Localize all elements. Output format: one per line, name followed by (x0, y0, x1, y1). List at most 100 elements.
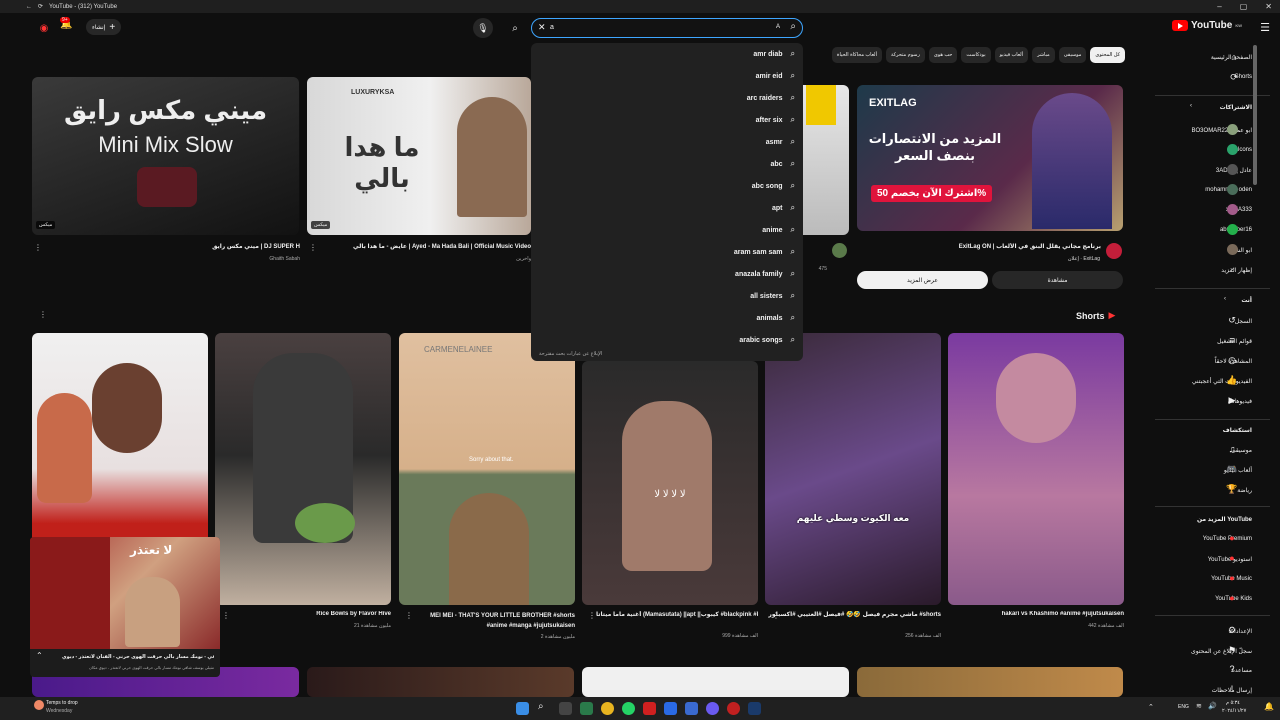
suggestion-item[interactable]: abc song ⌕ (752, 179, 795, 193)
video-thumbnail[interactable]: ميني مكس رايق Mini Mix Slow ميكس (32, 77, 299, 235)
suggestion-item[interactable]: arabic songs ⌕ (739, 333, 795, 347)
minimize-icon[interactable]: – (1217, 2, 1221, 11)
app-icon[interactable] (727, 702, 740, 715)
chip-gaming[interactable]: ألعاب فيديو (994, 47, 1029, 63)
short-thumbnail[interactable] (215, 333, 391, 605)
account-avatar[interactable]: ◉ (35, 19, 53, 37)
video-thumbnail[interactable]: LUXURYKSA ما هدا بالي ميكس (307, 77, 531, 235)
suggestion-item[interactable]: amir eid ⌕ (756, 69, 795, 83)
expand-icon[interactable]: ⌃ (36, 651, 48, 660)
weather-text[interactable]: Temps to drop (46, 700, 78, 706)
suggestion-item[interactable]: abc ⌕ (770, 157, 795, 171)
chip-music[interactable]: موسيقى (1058, 47, 1087, 63)
search-icon[interactable]: ⌕ (790, 21, 796, 32)
sidebar-sub[interactable]: BO3OMAR22 - ابو عمر (1192, 123, 1252, 137)
suggestion-item[interactable]: after six ⌕ (756, 113, 795, 127)
chip-all[interactable]: كل المحتوى (1090, 47, 1125, 63)
chrome-icon[interactable] (601, 702, 614, 715)
more-options-icon[interactable]: ⋮ (588, 611, 596, 620)
chip-animation[interactable]: رسوم متحركة (885, 47, 925, 63)
youtube-logo[interactable]: YouTube KW (1172, 20, 1242, 31)
task-view-icon[interactable] (559, 702, 572, 715)
chip-live[interactable]: مباشر (1032, 47, 1055, 63)
you-heading[interactable]: أنت (1241, 297, 1252, 304)
app-icon[interactable] (664, 702, 677, 715)
chip-love[interactable]: حب هوى (928, 47, 958, 63)
video-channel[interactable]: وآخرين (318, 256, 531, 262)
shorts-more-options-icon[interactable]: ⋮ (39, 310, 47, 319)
more-options-icon[interactable]: ⋮ (405, 611, 413, 620)
chip-podcast[interactable]: بودكاست (961, 47, 991, 63)
tray-chevron-icon[interactable]: ⌃ (1148, 703, 1154, 711)
video-thumbnail[interactable] (582, 667, 849, 697)
short-thumbnail[interactable] (948, 333, 1124, 605)
suggestion-item[interactable]: asmr ⌕ (766, 135, 795, 149)
more-options-icon[interactable]: ⋮ (34, 243, 42, 252)
volume-icon[interactable]: 🔊 (1208, 702, 1217, 710)
steam-icon[interactable] (748, 702, 761, 715)
suggestion-item[interactable]: arc raiders ⌕ (747, 91, 795, 105)
create-button[interactable]: إنشاء + (86, 19, 122, 35)
suggestion-item[interactable]: apt ⌕ (772, 201, 795, 215)
ad-thumbnail[interactable]: EXITLAG المزيد من الانتصارات بنصف السعر … (857, 85, 1123, 231)
file-explorer-icon[interactable] (685, 702, 698, 715)
chip-life-sim[interactable]: ألعاب محاكاة الحياة (831, 47, 882, 63)
clock-date[interactable]: ٢٠٢٤/١١/٢٧ (1222, 708, 1246, 714)
short-title[interactable]: ماشي مجرم فيصل 🤣🤣 #فيصل #العتيبي #اكسبلو… (765, 611, 941, 618)
close-icon[interactable]: ✕ (1265, 2, 1272, 11)
video-channel[interactable]: Ghaith Sabah (55, 256, 300, 262)
video-title[interactable]: ميني مكس رايق | DJ SUPER H (55, 243, 300, 250)
short-thumbnail[interactable]: معه الكيوت وسطي عليهم (765, 333, 941, 605)
more-options-icon[interactable]: ⋮ (222, 611, 230, 620)
report-suggestions-link[interactable]: الإبلاغ عن عبارات بحث مقترحة (539, 351, 602, 357)
video-thumbnail[interactable] (307, 667, 574, 697)
ad-channel[interactable]: إعلان · ExitLag (1060, 256, 1100, 262)
channel-avatar[interactable] (832, 243, 847, 258)
mini-player[interactable]: لا تعتذر ⌃ يوسف شافي - نومك مسار بالي حر… (30, 537, 220, 677)
short-title[interactable]: hakari vs Khashimo #anime #jujutsukaisen (948, 611, 1124, 617)
taskbar-search-icon[interactable]: ⌕ (538, 701, 544, 712)
exitlag-avatar[interactable] (1106, 243, 1122, 259)
ad-more-button[interactable]: عرض المزيد (857, 271, 988, 289)
video-title[interactable]: عايض - ما هدا بالي | Ayed - Ma Hada Bali… (318, 243, 531, 250)
language-indicator[interactable]: ENG (1178, 704, 1189, 710)
youtube-app-icon[interactable] (643, 702, 656, 715)
subscriptions-heading[interactable]: الاشتراكات (1220, 104, 1252, 111)
windows-start-icon[interactable] (516, 702, 529, 715)
wifi-icon[interactable]: ≋ (1196, 702, 1202, 710)
mini-player-video[interactable]: لا تعتذر (30, 537, 220, 649)
short-title[interactable]: Rice Bowls by Flavor Hive (215, 611, 391, 617)
video-thumbnail[interactable] (857, 667, 1123, 697)
suggestion-item[interactable]: animals ⌕ (756, 311, 795, 325)
video-thumbnail[interactable] (803, 85, 849, 235)
suggestion-item[interactable]: amr diab ⌕ (753, 47, 795, 61)
maximize-icon[interactable]: ▢ (1240, 2, 1248, 11)
suggestion-item[interactable]: all sisters ⌕ (750, 289, 795, 303)
voice-search-button[interactable]: 🎙 (473, 18, 493, 38)
short-title[interactable]: أغنية ماما ميتاتا (Mamasutata) ||apt ||ك… (596, 611, 758, 618)
sidebar-item-sports[interactable]: رياضة (1237, 483, 1252, 497)
clear-search-icon[interactable]: ✕ (538, 22, 546, 33)
suggestion-item[interactable]: anazala family ⌕ (735, 267, 795, 281)
app-icon[interactable] (580, 702, 593, 715)
suggestion-item[interactable]: anime ⌕ (762, 223, 795, 237)
suggestion-item[interactable]: aram sam sam ⌕ (734, 245, 795, 259)
ad-title[interactable]: ExitLag ON | برنامج مجاني يقلل البنق في … (857, 243, 1101, 250)
hamburger-menu-icon[interactable]: ☰ (1260, 21, 1270, 34)
sidebar-item-report-history[interactable]: سجلّ الإبلاغ عن المحتوى (1191, 644, 1252, 658)
discord-icon[interactable] (706, 702, 719, 715)
short-thumbnail[interactable]: CARMENELAINEE Sorry about that. (399, 333, 575, 605)
notification-center-icon[interactable]: 🔔 (1264, 702, 1274, 711)
page-scrollbar[interactable] (1253, 45, 1257, 185)
more-options-icon[interactable]: ⋮ (772, 611, 780, 620)
more-options-icon[interactable]: ⋮ (309, 243, 317, 252)
short-thumbnail[interactable]: لا لا لا لا (582, 361, 758, 605)
clock-time[interactable]: ٥:٣٤ م (1226, 700, 1240, 706)
search-input[interactable]: ✕ a A ⌕ (531, 18, 803, 38)
ad-watch-button[interactable]: مشاهدة (992, 271, 1123, 289)
back-icon[interactable]: ← (26, 4, 32, 10)
whatsapp-icon[interactable] (622, 702, 635, 715)
sidebar-item-liked[interactable]: الفيديوهات التي أعجبتني (1192, 374, 1252, 388)
search-submit-button[interactable]: ⌕ (506, 19, 524, 37)
reload-icon[interactable]: ⟳ (38, 3, 43, 10)
